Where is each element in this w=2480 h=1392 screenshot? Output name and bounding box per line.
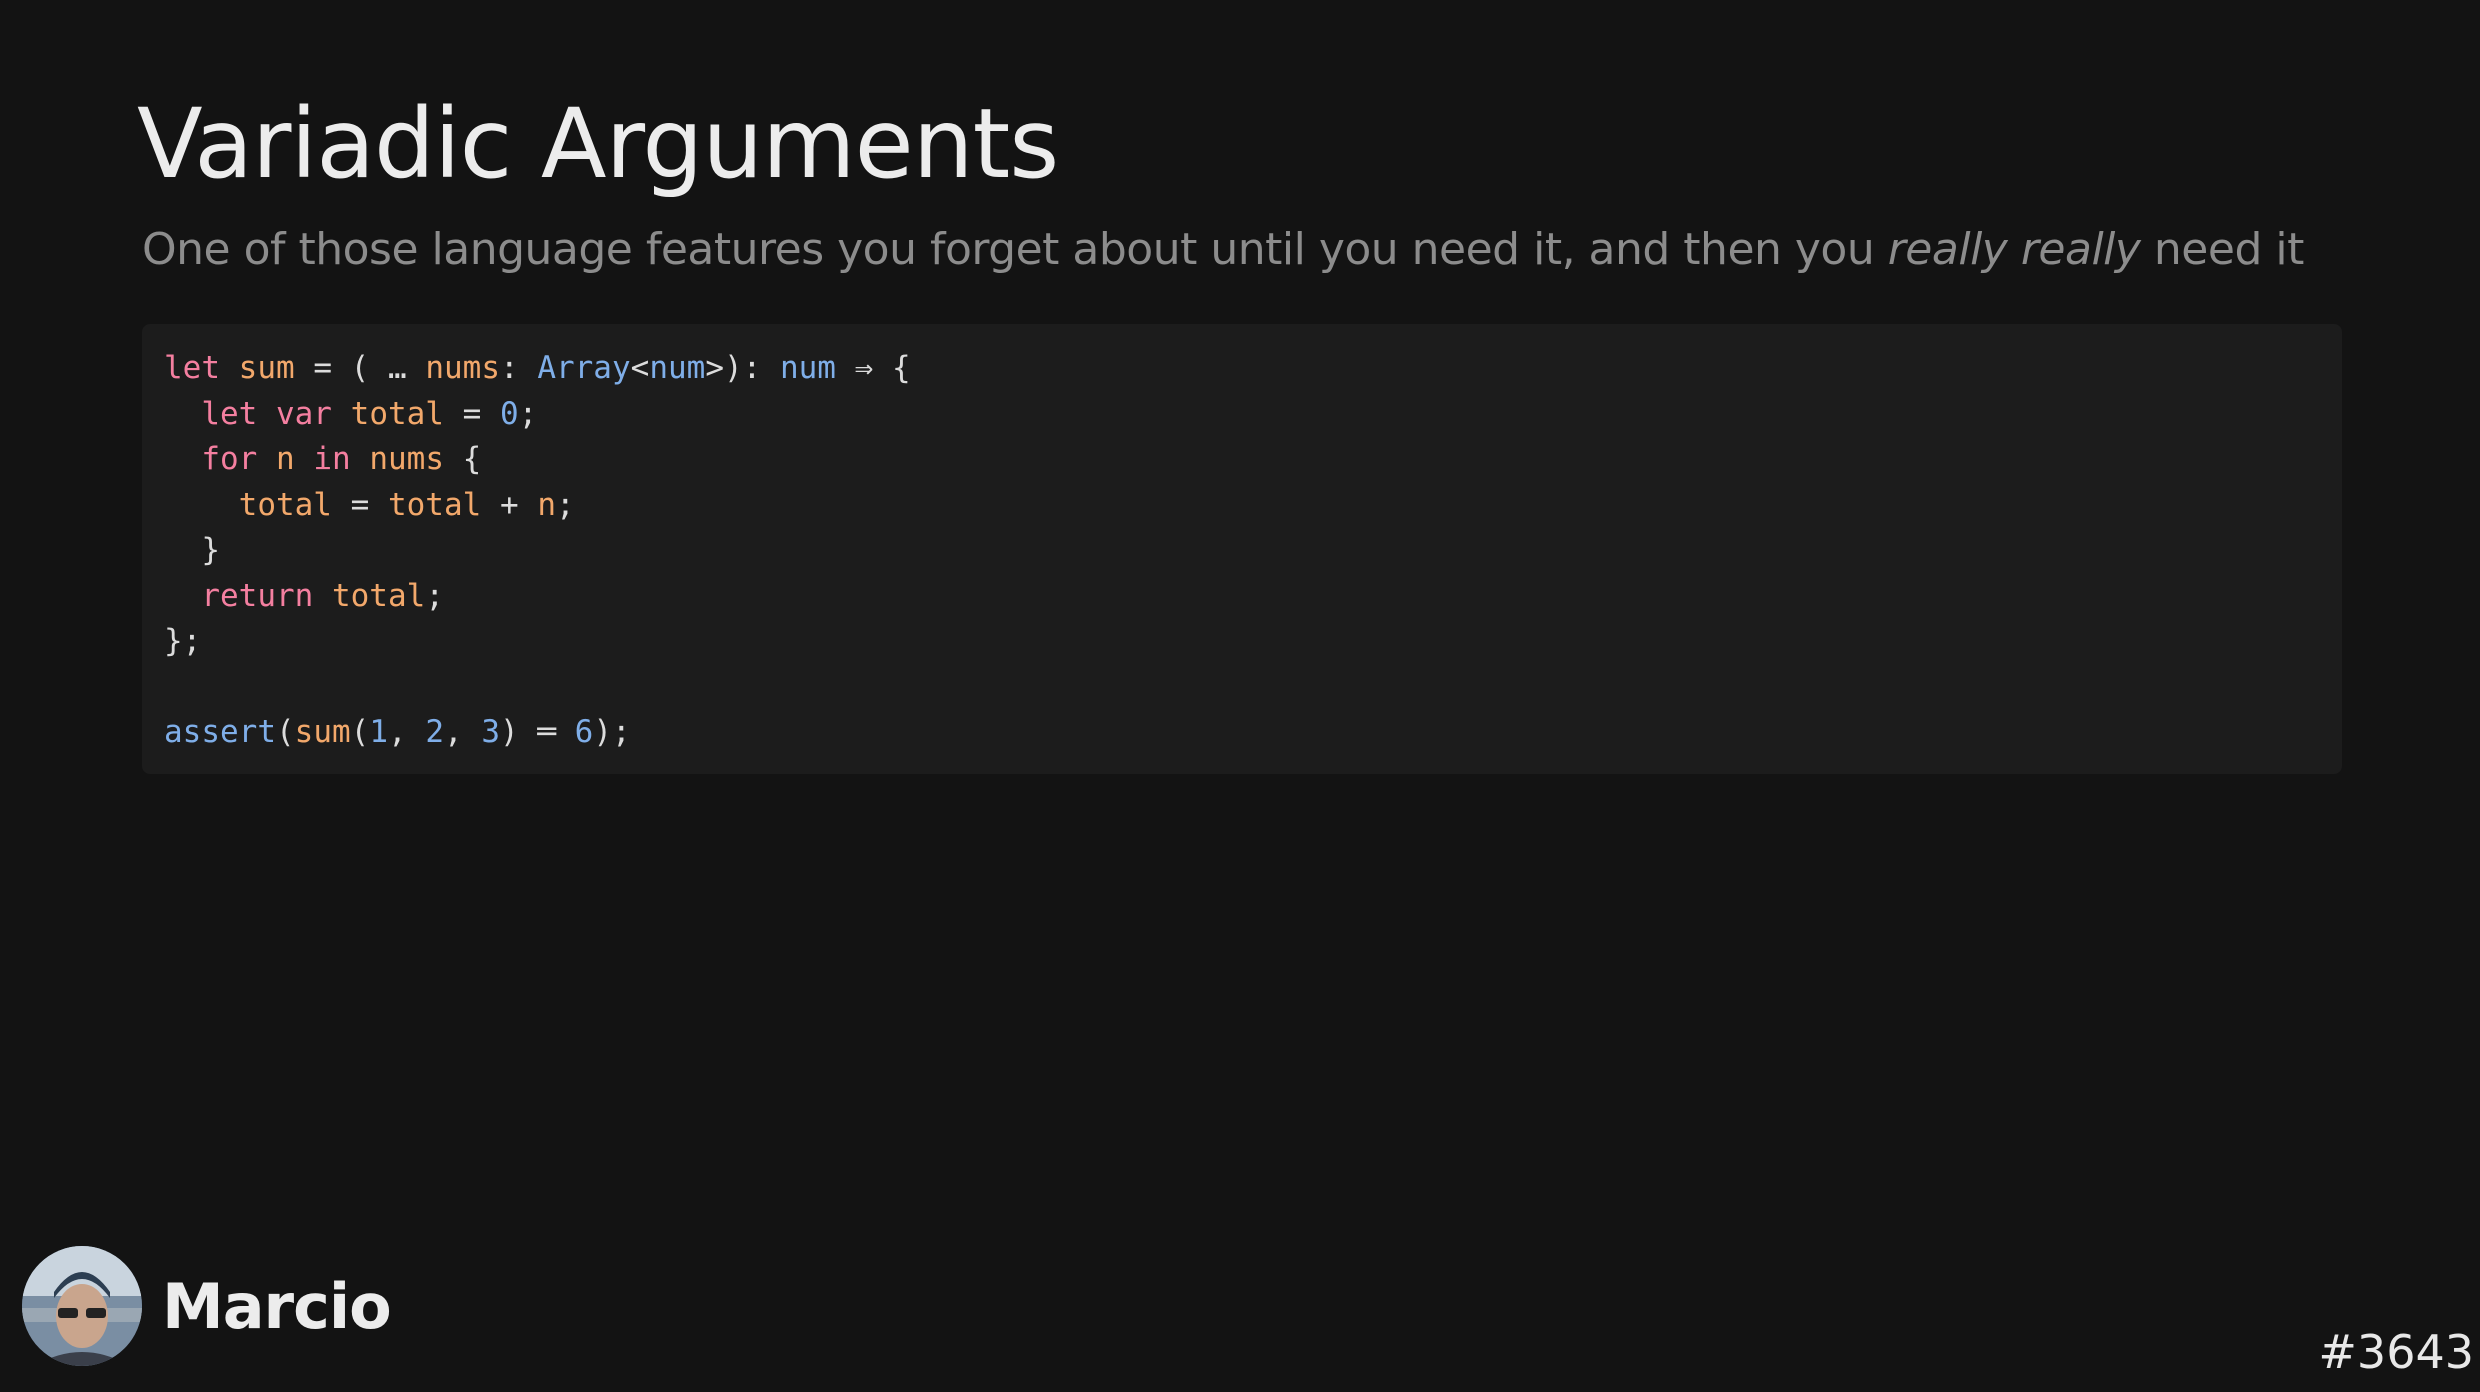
code-token: ); bbox=[593, 714, 631, 750]
code-token: for bbox=[201, 441, 258, 477]
code-token: sum bbox=[294, 714, 351, 750]
code-token: , bbox=[444, 714, 482, 750]
code-token: ( bbox=[350, 714, 370, 750]
code-token: num bbox=[649, 350, 706, 386]
code-token: 6 bbox=[574, 714, 594, 750]
code-token: ) ═ bbox=[500, 714, 575, 750]
code-token: let bbox=[164, 350, 220, 386]
code-token: ⇒ { bbox=[835, 350, 911, 386]
subtitle-emphasis: really really bbox=[1887, 224, 2141, 275]
code-token: total bbox=[331, 577, 426, 614]
presenter-name: Marcio bbox=[162, 1269, 392, 1343]
code-token: = ( … bbox=[294, 350, 426, 386]
code-token: ; bbox=[518, 395, 538, 432]
code-token: in bbox=[313, 441, 351, 477]
code-line: }; bbox=[164, 619, 2342, 665]
slide-number: #3643 bbox=[2318, 1325, 2474, 1379]
subtitle-end: need it bbox=[2140, 224, 2304, 275]
code-token: num bbox=[779, 350, 836, 386]
code-token: 0 bbox=[499, 395, 519, 432]
code-line: let var total = 0; bbox=[164, 392, 2342, 438]
code-token: total bbox=[350, 395, 444, 432]
code-listing: let sum = ( … nums: Array<num>): num ⇒ {… bbox=[164, 346, 2342, 756]
code-token: n bbox=[276, 441, 295, 477]
code-token: Array bbox=[537, 350, 631, 386]
code-token: ; bbox=[555, 486, 575, 523]
code-line: } bbox=[164, 528, 2342, 574]
code-token: assert bbox=[164, 714, 276, 750]
code-token: { bbox=[444, 441, 482, 477]
code-token: 2 bbox=[425, 714, 444, 750]
code-line: assert(sum(1, 2, 3) ═ 6); bbox=[164, 710, 2342, 756]
presenter: Marcio bbox=[22, 1246, 392, 1366]
code-token: ( bbox=[275, 714, 295, 750]
code-token: let var bbox=[201, 395, 332, 432]
code-token: 1 bbox=[369, 714, 388, 750]
slide-subtitle: One of those language features you forge… bbox=[142, 224, 2304, 275]
code-token: } bbox=[164, 532, 220, 568]
slide-title: Variadic Arguments bbox=[137, 88, 1059, 200]
code-line: total = total + n; bbox=[164, 483, 2342, 529]
code-token: + bbox=[481, 486, 538, 523]
code-line: let sum = ( … nums: Array<num>): num ⇒ { bbox=[164, 346, 2342, 392]
code-block: let sum = ( … nums: Array<num>): num ⇒ {… bbox=[142, 324, 2342, 774]
slide: Variadic Arguments One of those language… bbox=[0, 0, 2480, 1392]
code-token: ; bbox=[425, 577, 444, 614]
code-token: }; bbox=[164, 623, 202, 659]
code-token: sum bbox=[238, 350, 295, 386]
code-token: : bbox=[499, 350, 538, 386]
code-token: 3 bbox=[481, 714, 500, 750]
code-token: total bbox=[387, 486, 482, 523]
code-token: = bbox=[443, 395, 500, 432]
code-token: >): bbox=[705, 350, 780, 386]
code-token: = bbox=[331, 486, 388, 523]
code-token: nums bbox=[369, 441, 444, 477]
subtitle-text: One of those language features you forge… bbox=[142, 224, 1888, 275]
code-line: for n in nums { bbox=[164, 437, 2342, 483]
code-token: nums bbox=[425, 350, 500, 386]
code-token: total bbox=[238, 486, 332, 523]
code-token: return bbox=[201, 577, 314, 614]
code-token: , bbox=[388, 714, 426, 750]
avatar bbox=[22, 1246, 142, 1366]
code-line: return total; bbox=[164, 574, 2342, 620]
presenter-photo-icon bbox=[22, 1246, 142, 1366]
code-token: < bbox=[630, 350, 650, 386]
code-token: n bbox=[537, 486, 556, 523]
